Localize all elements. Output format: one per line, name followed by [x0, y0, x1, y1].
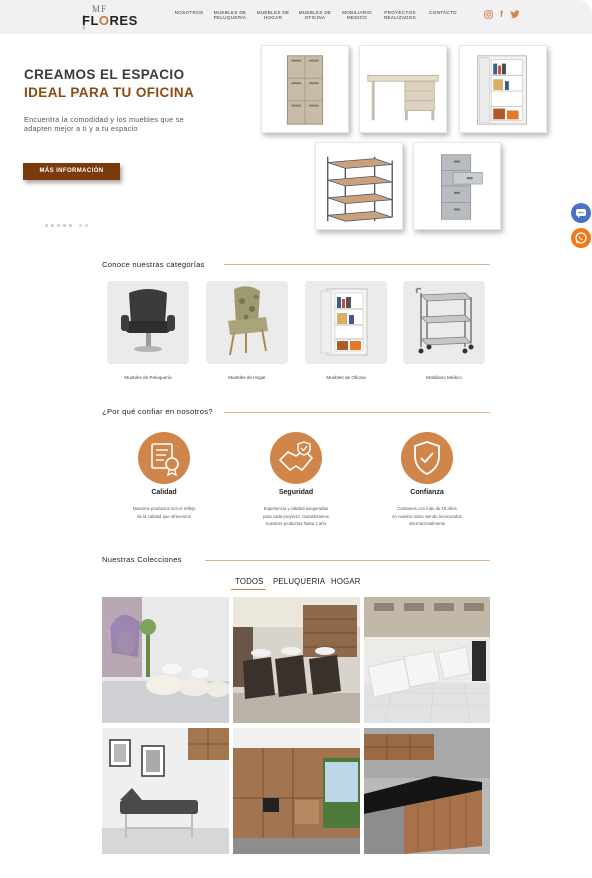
trust-item-desc: Nuestros productos son el reflejo de la c… — [132, 506, 196, 519]
whatsapp-icon — [575, 232, 587, 244]
filing-cabinet-image — [440, 154, 483, 220]
collection-photo[interactable] — [364, 597, 490, 723]
slider-dot[interactable] — [79, 224, 82, 227]
category-card-peluqueria[interactable] — [107, 281, 189, 364]
slider-dot[interactable] — [57, 224, 60, 227]
security-badge — [270, 432, 322, 484]
collection-photo[interactable] — [102, 597, 229, 723]
category-label: Muebles de Peluquería — [124, 375, 172, 380]
medical-exam-room-image — [102, 728, 229, 854]
product-storage-cabinet[interactable] — [459, 45, 547, 133]
trust-title: ¿Por qué confiar en nosotros? — [102, 407, 213, 416]
office-cabinet-icon — [320, 288, 368, 356]
social-links: f — [484, 9, 524, 19]
active-tab-indicator — [231, 589, 266, 590]
slider-dot[interactable] — [85, 224, 88, 227]
nav-item-proyectos[interactable]: PROYECTOS REALIZADOS — [382, 10, 418, 20]
office-desk-image — [367, 74, 439, 121]
slider-dot[interactable] — [45, 224, 48, 227]
nav-item-hogar[interactable]: MUEBLES DE HOGAR — [256, 10, 290, 20]
medical-cart-icon — [415, 287, 474, 354]
site-header: MF MUEBLES FLORES NOSOTROS MUEBLES DE PEL… — [0, 0, 592, 34]
tab-todos[interactable]: TODOS — [235, 577, 264, 586]
nav-item-oficina[interactable]: MUEBLES DE OFICINA — [298, 10, 332, 20]
categories-title: Conoce nuestras categorías — [102, 260, 205, 269]
hero-title-line2: IDEAL PARA TU OFICINA — [24, 85, 195, 100]
collection-photo[interactable] — [233, 728, 360, 854]
handshake-icon — [279, 441, 313, 471]
shield-check-icon — [414, 441, 440, 476]
nav-item-nosotros[interactable]: NOSOTROS — [174, 10, 204, 15]
kitchen-bar-counter-image — [364, 728, 490, 854]
tab-hogar[interactable]: HOGAR — [331, 577, 361, 586]
quality-badge — [138, 432, 190, 484]
storage-cabinet-image — [477, 55, 527, 125]
more-info-button[interactable]: MÁS INFORMACIÓN — [23, 163, 120, 180]
page: MF MUEBLES FLORES NOSOTROS MUEBLES DE PEL… — [0, 0, 592, 878]
category-card-oficina[interactable] — [305, 281, 387, 364]
metal-shelving-image — [327, 156, 393, 222]
collection-photo[interactable] — [364, 728, 490, 854]
slider-dot[interactable] — [63, 224, 66, 227]
category-label: Muebles de Oficina — [326, 375, 366, 380]
nav-item-peluqueria[interactable]: MUEBLES DE PELUQUERIA — [212, 10, 248, 20]
hero-title-line1: CREAMOS EL ESPACIO — [24, 67, 185, 82]
whatsapp-button[interactable] — [571, 228, 591, 248]
collections-title: Nuestras Colecciones — [102, 555, 182, 564]
trust-item-title: Seguridad — [278, 489, 314, 496]
facebook-icon[interactable]: f — [500, 9, 503, 19]
category-card-medico[interactable] — [403, 281, 485, 364]
product-office-desk[interactable] — [359, 45, 447, 133]
product-metal-shelving[interactable] — [315, 142, 403, 230]
trust-item-title: Confianza — [410, 489, 444, 496]
certificate-icon — [151, 443, 179, 477]
trust-item-desc: Experiencia y calidad aseguradas para cad… — [263, 506, 329, 526]
chat-button[interactable] — [571, 203, 591, 223]
twitter-icon[interactable] — [510, 10, 520, 19]
salon-wash-room-image — [364, 597, 490, 723]
collection-photo[interactable] — [233, 597, 360, 723]
category-label: Mobiliario Médico — [426, 375, 462, 380]
tab-peluqueria[interactable]: PELUQUERIA — [273, 577, 325, 586]
trust-item-desc: Contamos con más de 18 años en nuestro ru… — [392, 506, 462, 526]
instagram-icon[interactable] — [484, 10, 493, 19]
slider-dot[interactable] — [69, 224, 72, 227]
nav-item-medico[interactable]: MOBILIARIO MEDICO — [340, 10, 374, 20]
trust-badge — [401, 432, 453, 484]
locker-cabinet-image — [286, 55, 324, 125]
salon-chair-icon — [121, 289, 175, 352]
slider-dot[interactable] — [51, 224, 54, 227]
product-locker-cabinet[interactable] — [261, 45, 349, 133]
trust-item-title: Calidad — [151, 489, 177, 496]
wood-reception-lobby-image — [233, 728, 360, 854]
chat-icon — [576, 209, 586, 218]
collection-photo[interactable] — [102, 728, 229, 854]
section-divider — [224, 412, 490, 413]
product-filing-cabinet[interactable] — [413, 142, 501, 230]
hero-subtitle: Encuentra la comodidad y los muebles que… — [24, 115, 184, 133]
armchair-icon — [228, 286, 268, 356]
category-card-hogar[interactable] — [206, 281, 288, 364]
category-label: Muebles de Hogar — [228, 375, 266, 380]
nav-item-contacto[interactable]: CONTACTO — [427, 10, 459, 15]
salon-wash-station-image — [102, 597, 229, 723]
section-divider — [224, 264, 490, 265]
salon-wash-chairs-image — [233, 597, 360, 723]
section-divider — [205, 560, 490, 561]
